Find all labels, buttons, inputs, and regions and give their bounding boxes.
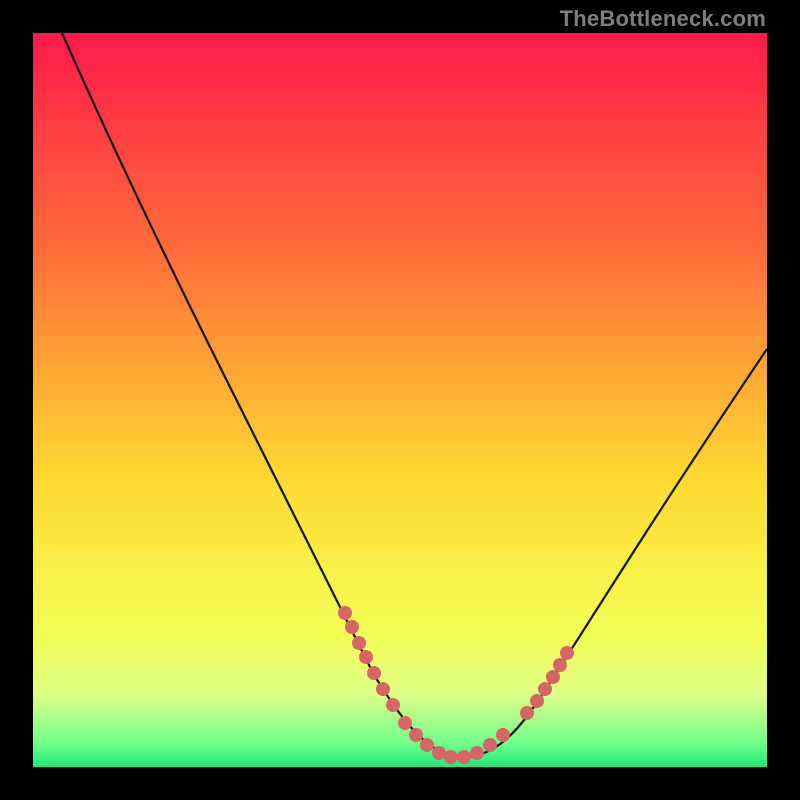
plot-area bbox=[33, 33, 767, 767]
chart-frame: TheBottleneck.com bbox=[0, 0, 800, 800]
curve-path bbox=[62, 33, 767, 757]
highlight-dots bbox=[338, 606, 574, 764]
watermark-text: TheBottleneck.com bbox=[560, 6, 766, 32]
bottleneck-curve bbox=[33, 33, 767, 767]
